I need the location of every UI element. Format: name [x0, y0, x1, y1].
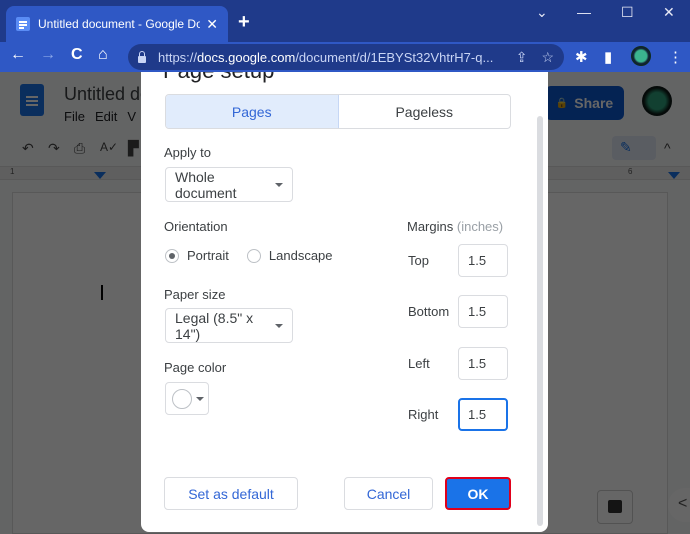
- set-as-default-button[interactable]: Set as default: [164, 477, 298, 510]
- lock-icon[interactable]: [138, 50, 146, 63]
- margin-bottom-label: Bottom: [408, 304, 450, 319]
- dialog-title: Page setup: [163, 72, 274, 84]
- dialog-scrollbar[interactable]: [537, 116, 543, 526]
- browser-title-bar: Untitled document - Google Docs ✕ + ⌄ — …: [0, 0, 690, 42]
- home-button[interactable]: ⌂: [98, 46, 108, 64]
- url-host: docs.google.com: [197, 49, 296, 65]
- landscape-label[interactable]: Landscape: [269, 248, 333, 263]
- side-panel-icon[interactable]: ▮: [604, 48, 612, 66]
- cancel-button[interactable]: Cancel: [344, 477, 433, 510]
- minimize-button[interactable]: —: [577, 4, 591, 20]
- back-button[interactable]: ←: [10, 46, 26, 64]
- url-text[interactable]: https://docs.google.com/document/d/1EBYS…: [158, 50, 502, 65]
- url-scheme: https://: [158, 49, 198, 65]
- page-color-label: Page color: [164, 360, 227, 375]
- margin-top-label: Top: [408, 253, 429, 268]
- bookmark-star-icon[interactable]: ☆: [541, 49, 554, 66]
- margins-title: Margins: [407, 219, 454, 234]
- paper-size-dropdown[interactable]: Legal (8.5" x 14"): [165, 308, 293, 343]
- portrait-label[interactable]: Portrait: [187, 248, 229, 263]
- page-color-picker[interactable]: [165, 382, 209, 415]
- share-page-icon[interactable]: ⇪: [516, 49, 528, 66]
- orientation-label: Orientation: [164, 219, 228, 234]
- color-swatch: [172, 388, 192, 409]
- reload-button[interactable]: C: [71, 46, 83, 64]
- new-tab-button[interactable]: +: [238, 10, 250, 34]
- margin-left-label: Left: [408, 356, 430, 371]
- margin-left-input[interactable]: [458, 347, 508, 380]
- tab-close-icon[interactable]: ✕: [206, 16, 218, 33]
- portrait-radio[interactable]: [165, 248, 179, 263]
- margin-bottom-input[interactable]: [458, 295, 508, 328]
- ok-button[interactable]: OK: [445, 477, 511, 510]
- apply-to-value: Whole document: [175, 168, 237, 201]
- tab-search-chevron-icon[interactable]: ⌄: [536, 4, 548, 21]
- browser-tab-active[interactable]: Untitled document - Google Docs ✕: [6, 6, 228, 42]
- maximize-button[interactable]: ☐: [621, 4, 634, 21]
- address-bar-row: ← → C ⌂ https://docs.google.com/document…: [0, 42, 690, 72]
- browser-profile-avatar[interactable]: [631, 46, 651, 66]
- margins-label: Margins (inches): [407, 219, 503, 234]
- caret-down-icon: [275, 182, 283, 187]
- paper-size-value: Legal (8.5" x 14"): [175, 309, 254, 342]
- extensions-puzzle-icon[interactable]: ✱: [575, 48, 588, 66]
- page-setup-dialog: Page setup Pages Pageless Apply to Whole…: [141, 72, 548, 532]
- docs-favicon-icon: [16, 17, 30, 31]
- paper-size-label: Paper size: [164, 287, 226, 302]
- apply-to-dropdown[interactable]: Whole document: [165, 167, 293, 202]
- url-omnibox[interactable]: https://docs.google.com/document/d/1EBYS…: [128, 44, 564, 70]
- url-path: /document/d/1EBYSt32VhtrH7-q...: [295, 49, 494, 65]
- margin-right-label: Right: [408, 407, 439, 422]
- forward-button[interactable]: →: [40, 46, 56, 64]
- caret-down-icon: [275, 323, 283, 328]
- apply-to-label: Apply to: [164, 145, 211, 160]
- pages-mode-button[interactable]: Pages: [166, 95, 339, 128]
- close-window-button[interactable]: ✕: [663, 4, 675, 21]
- page-mode-toggle: Pages Pageless: [165, 94, 511, 129]
- margin-right-input[interactable]: [458, 398, 508, 431]
- landscape-radio[interactable]: [246, 248, 261, 263]
- tab-title: Untitled document - Google Docs: [38, 17, 201, 31]
- orientation-radio-group: Portrait Landscape: [165, 248, 351, 263]
- margins-unit: (inches): [456, 219, 504, 234]
- caret-down-icon: [196, 396, 204, 401]
- pageless-mode-button[interactable]: Pageless: [339, 95, 511, 128]
- browser-menu-icon[interactable]: ⋮: [668, 48, 683, 66]
- margin-top-input[interactable]: [458, 244, 508, 277]
